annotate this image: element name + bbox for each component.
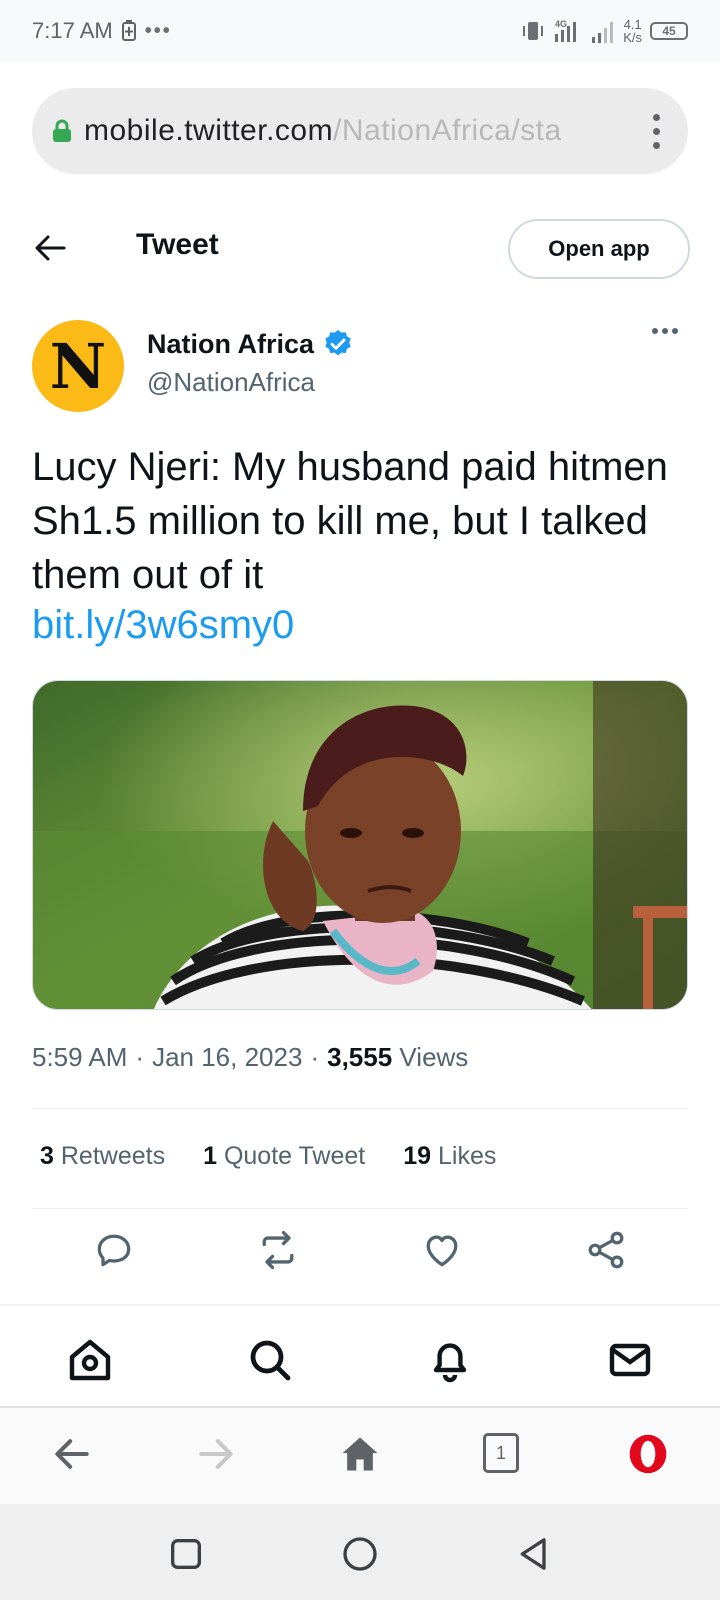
home-icon[interactable]	[66, 1336, 114, 1384]
svg-text:4G: 4G	[555, 19, 567, 29]
tweet-link[interactable]: bit.ly/3w6smy0	[32, 603, 294, 648]
signal-4g-icon: 4G	[555, 19, 577, 42]
browser-back-icon[interactable]	[50, 1432, 94, 1476]
tweet-header: Tweet Open app	[0, 218, 720, 279]
system-back-icon[interactable]	[514, 1534, 554, 1574]
network-speed: 4.1 K/s	[623, 17, 642, 45]
notification-dots-icon: •••	[144, 19, 172, 42]
battery-saver-icon	[121, 20, 136, 41]
reply-icon[interactable]	[92, 1228, 136, 1272]
vibrate-icon	[523, 22, 544, 40]
notifications-bell-icon[interactable]	[426, 1336, 474, 1384]
like-icon[interactable]	[420, 1228, 464, 1272]
open-app-button[interactable]: Open app	[508, 219, 690, 279]
browser-menu-icon[interactable]	[653, 113, 660, 149]
tweet-date: Jan 16, 2023	[152, 1042, 303, 1072]
woman-portrait-image	[33, 681, 687, 1009]
share-icon[interactable]	[584, 1228, 628, 1272]
recent-apps-icon[interactable]	[166, 1534, 206, 1574]
url-path: /NationAfrica/sta	[333, 114, 562, 147]
likes-stat[interactable]: 19 Likes	[403, 1142, 496, 1171]
views-count[interactable]: 3,555 Views	[327, 1042, 468, 1073]
system-home-icon[interactable]	[340, 1534, 380, 1574]
tabs-button[interactable]: 1	[483, 1433, 519, 1473]
tweet-time: 5:59 AM	[32, 1042, 128, 1072]
browser-home-icon[interactable]	[338, 1432, 382, 1476]
retweet-icon[interactable]	[256, 1228, 300, 1272]
browser-forward-icon[interactable]	[194, 1432, 238, 1476]
quote-tweets-stat[interactable]: 1 Quote Tweet	[203, 1142, 365, 1171]
system-navigation-bar	[0, 1504, 720, 1600]
divider	[32, 1208, 688, 1209]
tweet-text: Lucy Njeri: My husband paid hitmen Sh1.5…	[32, 445, 668, 597]
tweet-actions	[0, 1228, 720, 1284]
status-time: 7:17 AM	[32, 18, 113, 43]
verified-badge-icon	[325, 330, 351, 356]
address-bar[interactable]: mobile.twitter.com/NationAfrica/sta	[32, 88, 688, 174]
battery-indicator: 45	[650, 22, 688, 40]
avatar[interactable]: N	[32, 320, 124, 412]
back-arrow-icon[interactable]	[32, 230, 68, 266]
tweet-image[interactable]	[32, 680, 688, 1010]
author-name[interactable]: Nation Africa	[147, 328, 354, 360]
retweets-stat[interactable]: 3 Retweets	[40, 1142, 165, 1171]
tweet-meta: 5:59 AM · Jan 16, 2023 · 3,555 Views	[32, 1042, 469, 1073]
author-handle[interactable]: @NationAfrica	[147, 367, 315, 398]
divider	[32, 1108, 688, 1109]
signal-icon	[592, 22, 614, 43]
url-domain: mobile.twitter.com	[84, 114, 334, 147]
search-icon[interactable]	[246, 1336, 294, 1384]
tweet-stats: 3 Retweets 1 Quote Tweet 19 Likes	[40, 1142, 496, 1171]
more-options-icon[interactable]	[652, 328, 678, 334]
page-title: Tweet	[136, 228, 219, 261]
opera-menu-icon[interactable]	[626, 1432, 670, 1476]
twitter-bottom-nav	[0, 1306, 720, 1406]
status-bar: 7:17 AM ••• 4G 4.1 K/s 45	[0, 0, 720, 62]
browser-toolbar: 1	[0, 1408, 720, 1504]
lock-icon	[53, 119, 71, 142]
url-text[interactable]: mobile.twitter.com/NationAfrica/sta	[84, 114, 614, 148]
messages-envelope-icon[interactable]	[606, 1336, 654, 1384]
